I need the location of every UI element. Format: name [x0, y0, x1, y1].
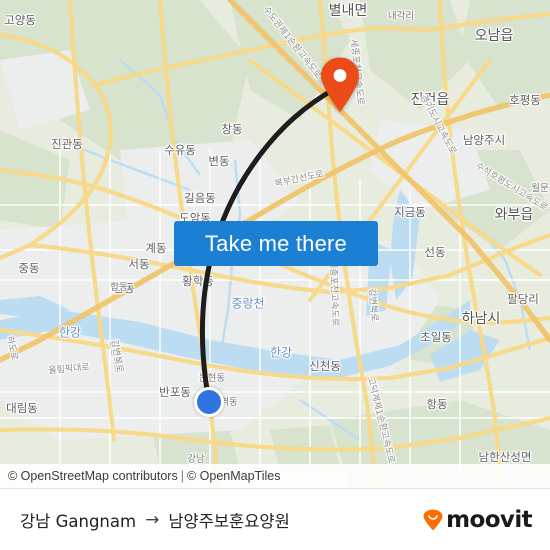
trip-destination[interactable]: 남양주보훈요양원	[168, 508, 289, 532]
take-me-there-button[interactable]: Take me there	[174, 221, 378, 266]
map-canvas[interactable]: 고양동 진관동 수유동 창동 변동 길음동 도암동 계동 서동 중동 압동 황학동 합동 한강 한강 중랑천 대…	[0, 0, 550, 488]
moovit-trip-map-screen: 고양동 진관동 수유동 창동 변동 길음동 도암동 계동 서동 중동 압동 황학동 합동 한강 한강 중랑천 대…	[0, 0, 550, 550]
arrow-right-icon: →	[145, 510, 160, 530]
attribution-separator: |	[180, 469, 184, 483]
trip-origin[interactable]: 강남 Gangnam	[20, 508, 136, 532]
origin-dot[interactable]	[194, 387, 224, 417]
attribution-openmaptiles[interactable]: © OpenMapTiles	[187, 469, 281, 483]
moovit-wordmark: moovit	[446, 507, 532, 533]
destination-pin[interactable]	[319, 57, 361, 113]
footer-bar: 강남 Gangnam → 남양주보훈요양원 moovit	[0, 488, 550, 550]
attribution-osm[interactable]: © OpenStreetMap contributors	[8, 469, 178, 483]
moovit-pin-icon	[423, 509, 443, 531]
moovit-logo[interactable]: moovit	[422, 489, 533, 550]
trip-summary: 강남 Gangnam → 남양주보훈요양원	[20, 489, 290, 550]
map-attribution: © OpenStreetMap contributors | © OpenMapTi…	[0, 464, 550, 488]
